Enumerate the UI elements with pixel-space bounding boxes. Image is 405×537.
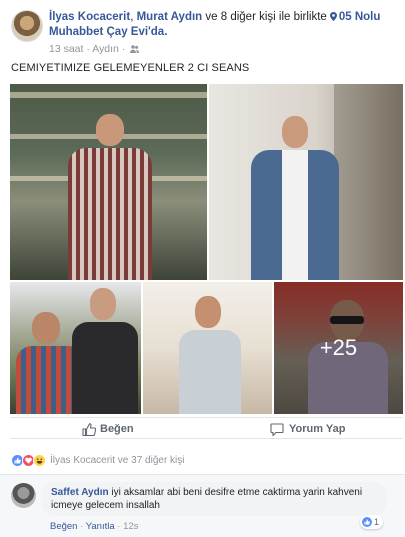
photo-4[interactable] <box>143 282 272 414</box>
photo-3[interactable] <box>10 282 141 414</box>
comments-section: Saffet Aydın iyi aksamlar abi beni desif… <box>0 474 405 537</box>
commenter-name-link[interactable]: Saffet Aydın <box>51 487 109 498</box>
comment-like-link[interactable]: Beğen <box>50 521 77 532</box>
person-figure <box>245 116 345 280</box>
comment-button[interactable]: Yorum Yap <box>270 421 345 437</box>
post-place: Aydın <box>92 43 119 55</box>
haha-reaction-icon <box>33 453 46 467</box>
thumbs-up-icon <box>82 422 96 436</box>
post-header-text: İlyas Kocacerit, Murat Aydın ve 8 diğer … <box>49 10 399 40</box>
comment-bubble: Saffet Aydın iyi aksamlar abi beni desif… <box>41 482 387 516</box>
comment-like-badge[interactable]: 1 <box>360 515 384 529</box>
tagged-rest-text: ve 8 diğer kişi ile birlikte <box>205 11 327 23</box>
reactions-count-text: İlyas Kocacerit ve 37 diğer kişi <box>50 454 185 466</box>
comment-like-count: 1 <box>374 517 380 527</box>
commenter-avatar[interactable] <box>11 483 36 508</box>
comment-action-separator: · <box>80 521 84 532</box>
photo-2[interactable] <box>209 84 403 280</box>
post-header: İlyas Kocacerit, Murat Aydın ve 8 diğer … <box>11 10 401 60</box>
photo-5[interactable]: +25 <box>274 282 403 414</box>
comment-reply-link[interactable]: Yanıtla <box>86 521 115 532</box>
author-name-link[interactable]: İlyas Kocacerit <box>49 11 130 23</box>
post-time-link[interactable]: 13 saat <box>49 43 83 55</box>
photo-grid: +25 <box>10 84 403 414</box>
like-reaction-icon <box>362 517 372 527</box>
post-meta: 13 saat · Aydın · <box>49 43 140 55</box>
comment-action-separator: · <box>117 521 121 532</box>
person-figure <box>58 114 162 280</box>
comment-time[interactable]: 12s <box>123 521 138 532</box>
comment-actions: Beğen · Yanıtla · 12s <box>50 521 138 532</box>
like-label: Beğen <box>100 423 134 435</box>
more-photos-overlay[interactable]: +25 <box>274 282 403 414</box>
photo-1[interactable] <box>10 84 207 280</box>
post-actions-bar: Beğen Yorum Yap <box>10 417 403 439</box>
reactions-summary[interactable]: İlyas Kocacerit ve 37 diğer kişi <box>11 453 185 467</box>
author-avatar[interactable] <box>11 10 43 42</box>
person-figure <box>177 296 241 414</box>
friends-icon[interactable] <box>130 45 140 53</box>
shop-shelf <box>10 92 207 98</box>
feed-post: İlyas Kocacerit, Murat Aydın ve 8 diğer … <box>0 0 405 537</box>
comment-icon <box>270 422 284 436</box>
person-figure <box>68 288 140 414</box>
post-message: CEMIYETIMIZE GELEMEYENLER 2 CI SEANS <box>11 62 250 74</box>
comment-label: Yorum Yap <box>289 423 346 435</box>
more-photos-count: +25 <box>319 335 358 360</box>
meta-separator: · <box>86 43 90 55</box>
location-pin-icon <box>329 12 337 21</box>
meta-separator: · <box>121 43 126 55</box>
tagged-friend-link[interactable]: Murat Aydın <box>137 11 203 23</box>
with-prefix: , <box>130 11 134 23</box>
like-button[interactable]: Beğen <box>82 421 134 437</box>
